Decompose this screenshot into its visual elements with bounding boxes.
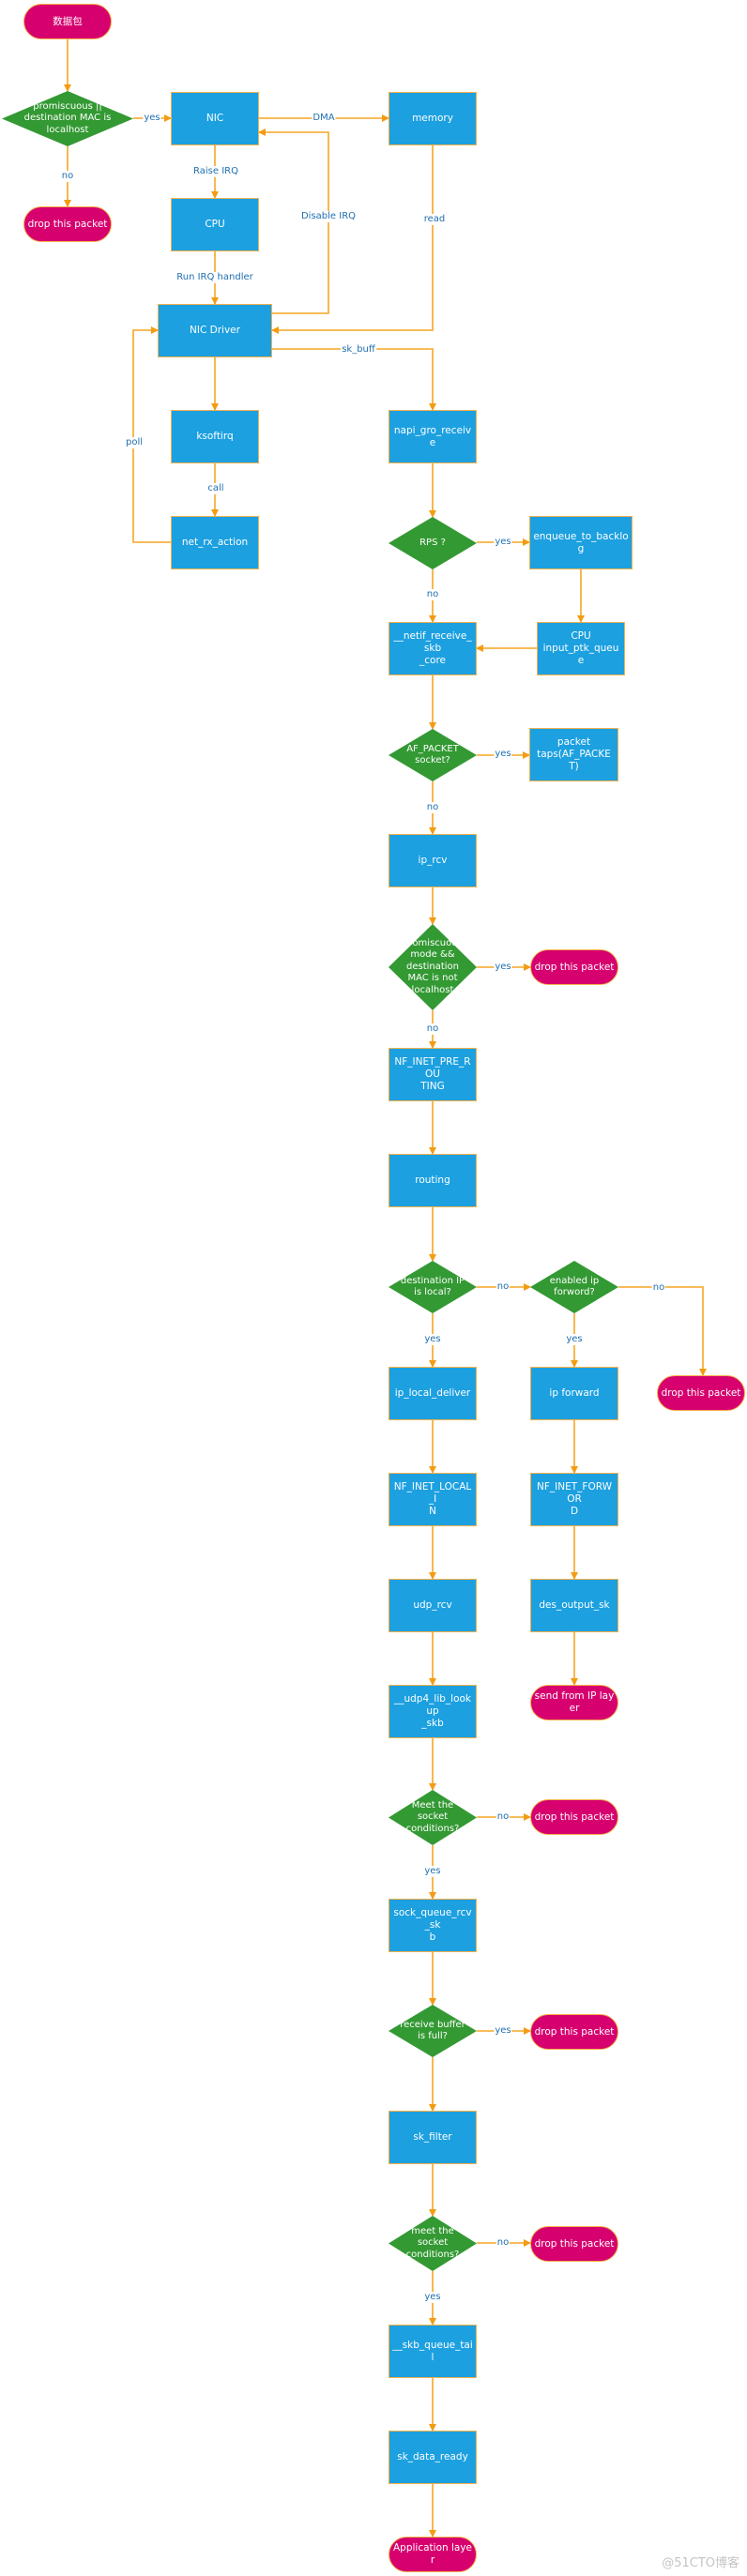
edge-label-yes: yes xyxy=(494,749,512,760)
process-ip-rcv[interactable]: ip_rcv xyxy=(389,834,477,887)
decision-text: RPS ? xyxy=(419,537,446,548)
process-udp4-lib-lookup-skb[interactable]: __udp4_lib_lookup _skb xyxy=(389,1685,477,1738)
decision-receive-buffer-full[interactable]: receive buffer is full? xyxy=(389,2005,477,2057)
process-nic[interactable]: NIC xyxy=(171,92,259,145)
edge-label-raise-irq: Raise IRQ xyxy=(192,166,239,177)
decision-rps[interactable]: RPS ? xyxy=(389,517,477,569)
process-dst-output-sk[interactable]: des_output_sk xyxy=(530,1579,618,1632)
process-ip-local-deliver[interactable]: ip_local_deliver xyxy=(389,1367,477,1420)
send-from-ip-layer-terminator[interactable]: send from IP layer xyxy=(530,1685,618,1720)
edge-label-dma: DMA xyxy=(312,113,336,124)
process-ip-forward[interactable]: ip forward xyxy=(530,1367,618,1420)
start-terminator[interactable]: 数据包 xyxy=(23,4,112,39)
edge-label-no: no xyxy=(425,802,440,813)
edge-label-disable-irq: Disable IRQ xyxy=(299,211,358,222)
edge-label-yes: yes xyxy=(494,962,512,973)
process-nf-inet-local-in[interactable]: NF_INET_LOCAL_I N xyxy=(389,1473,477,1526)
process-sk-filter[interactable]: sk_filter xyxy=(389,2111,477,2164)
edge-label-no: no xyxy=(60,171,75,182)
process-packet-taps[interactable]: packet taps(AF_PACKET) xyxy=(529,728,618,781)
process-nf-inet-pre-routing[interactable]: NF_INET_PRE_ROU TING xyxy=(389,1048,477,1101)
edge-label-yes: yes xyxy=(423,1866,442,1877)
decision-text: receive buffer is full? xyxy=(400,2019,465,2042)
process-memory[interactable]: memory xyxy=(389,92,477,145)
watermark: @51CTO博客 xyxy=(662,2556,739,2570)
process-sk-data-ready[interactable]: sk_data_ready xyxy=(389,2431,477,2484)
edge-label-yes: yes xyxy=(423,2292,442,2303)
process-nic-driver[interactable]: NIC Driver xyxy=(158,304,272,357)
decision-meet-socket-conditions-1[interactable]: Meet the socket conditions? xyxy=(389,1790,477,1845)
decision-text: promiscuous mode && destination MAC is n… xyxy=(403,937,463,995)
edge-label-no: no xyxy=(425,1023,440,1035)
process-ksoftirq[interactable]: ksoftirq xyxy=(171,410,259,463)
decision-text: promiscuous || destination MAC is localh… xyxy=(23,100,112,135)
edge-net-rx-to-nic-driver xyxy=(132,326,171,543)
process-skb-queue-tail[interactable]: __skb_queue_tail xyxy=(389,2325,477,2378)
drop-packet-terminator-2[interactable]: drop this packet xyxy=(530,949,618,985)
edge-memory-to-nic-driver xyxy=(271,145,434,334)
edge-label-read: read xyxy=(422,214,447,225)
edge-label-yes: yes xyxy=(423,1334,442,1345)
edge-label-no: no xyxy=(651,1282,666,1294)
process-enqueue-to-backlog[interactable]: enqueue_to_backlog xyxy=(529,516,633,569)
process-udp-rcv[interactable]: udp_rcv xyxy=(389,1579,477,1632)
edge-label-call: call xyxy=(206,483,225,494)
decision-destination-ip-local[interactable]: destination IP is local? xyxy=(389,1261,477,1313)
edge-label-yes: yes xyxy=(494,537,512,548)
process-netif-receive-skb-core[interactable]: __netif_receive_skb _core xyxy=(389,622,477,675)
drop-packet-terminator-1[interactable]: drop this packet xyxy=(23,206,112,242)
edge-label-no: no xyxy=(425,589,440,600)
application-layer-terminator[interactable]: Application layer xyxy=(389,2537,477,2572)
decision-af-packet-socket[interactable]: AF_PACKET socket? xyxy=(389,729,477,781)
decision-text: meet the socket conditions? xyxy=(405,2225,460,2260)
edge-label-no: no xyxy=(495,2237,511,2249)
process-napi-gro-receive[interactable]: napi_gro_receive xyxy=(389,410,477,463)
process-routing[interactable]: routing xyxy=(389,1154,477,1207)
decision-text: AF_PACKET socket? xyxy=(406,743,459,766)
edge-label-run-irq-handler: Run IRQ handler xyxy=(175,272,254,283)
edge-label-no: no xyxy=(495,1811,511,1823)
edge-label-yes: yes xyxy=(565,1334,584,1345)
process-cpu-input-queue[interactable]: CPU input_ptk_queue xyxy=(537,622,625,675)
drop-packet-terminator-5[interactable]: drop this packet xyxy=(530,2014,618,2050)
process-sock-queue-rcv-skb[interactable]: sock_queue_rcv_sk b xyxy=(389,1899,477,1952)
edge-label-yes: yes xyxy=(494,2025,512,2037)
decision-promiscuous-or-local-mac[interactable]: promiscuous || destination MAC is localh… xyxy=(2,91,133,146)
edge-nic-driver-to-napi xyxy=(272,348,436,411)
decision-meet-socket-conditions-2[interactable]: meet the socket conditions? xyxy=(389,2216,477,2271)
edge-label-yes: yes xyxy=(143,113,161,124)
edge-label-no: no xyxy=(495,1281,511,1293)
drop-packet-terminator-3[interactable]: drop this packet xyxy=(657,1375,745,1411)
decision-text: destination IP is local? xyxy=(400,1275,465,1298)
process-cpu[interactable]: CPU xyxy=(171,198,259,251)
process-nf-inet-forward[interactable]: NF_INET_FORWOR D xyxy=(530,1473,618,1526)
drop-packet-terminator-4[interactable]: drop this packet xyxy=(530,1799,618,1835)
edge-fwd-to-drop xyxy=(618,1286,707,1376)
drop-packet-terminator-6[interactable]: drop this packet xyxy=(530,2226,618,2262)
flowchart-edges xyxy=(64,39,707,2538)
edge-nic-driver-to-nic xyxy=(258,129,329,314)
decision-text: Meet the socket conditions? xyxy=(405,1799,460,1834)
process-net-rx-action[interactable]: net_rx_action xyxy=(171,516,259,569)
edge-label-sk-buff: sk_buff xyxy=(341,344,376,356)
decision-text: enabled ip forword? xyxy=(549,1275,600,1298)
decision-promiscuous-not-local[interactable]: promiscuous mode && destination MAC is n… xyxy=(389,924,477,1010)
edge-label-poll: poll xyxy=(124,437,145,448)
decision-ip-forward-enabled[interactable]: enabled ip forword? xyxy=(530,1261,618,1313)
